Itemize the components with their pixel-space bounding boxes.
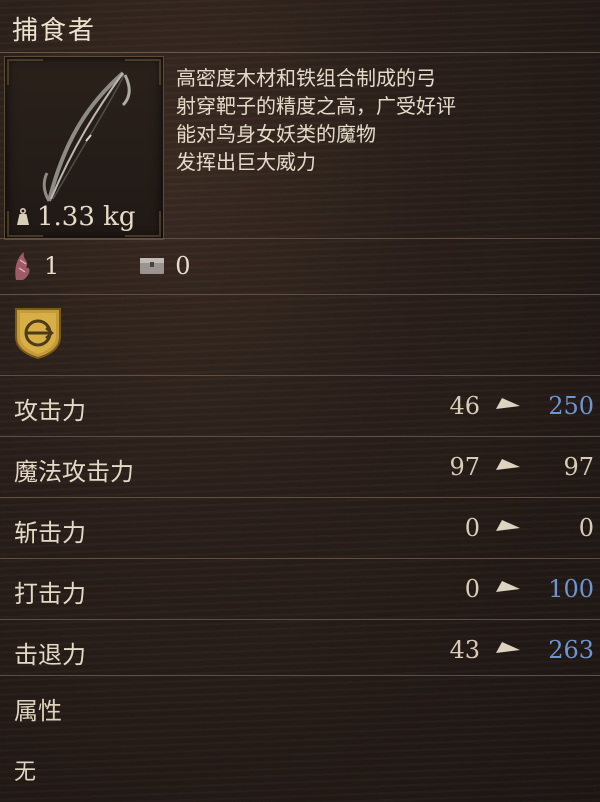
item-description: 高密度木材和铁组合制成的弓 射穿靶子的精度之高，广受好评 能对鸟身女妖类的魔物 … bbox=[176, 64, 586, 176]
arrow-right-icon bbox=[496, 398, 520, 409]
claw-icon bbox=[12, 250, 34, 282]
bow-class-icon bbox=[15, 308, 61, 359]
stats-list: 攻击力 46 250 魔法攻击力 97 97 斩击力 0 0 打击力 0 100… bbox=[0, 375, 600, 680]
stat-new-value: 100 bbox=[548, 575, 594, 603]
title-divider bbox=[0, 52, 600, 53]
stat-row-attack: 攻击力 46 250 bbox=[0, 375, 600, 436]
stat-new-value: 0 bbox=[578, 514, 594, 542]
bow-image bbox=[42, 71, 131, 202]
arrow-right-icon bbox=[496, 459, 520, 470]
description-line: 能对鸟身女妖类的魔物 bbox=[176, 122, 376, 146]
stat-label: 斩击力 bbox=[14, 519, 86, 547]
stat-row-magic-attack: 魔法攻击力 97 97 bbox=[0, 436, 600, 497]
stat-label: 攻击力 bbox=[14, 397, 86, 425]
stat-label: 魔法攻击力 bbox=[14, 458, 134, 486]
section-divider bbox=[0, 238, 600, 239]
stat-new-value: 250 bbox=[548, 392, 594, 420]
stat-row-slash: 斩击力 0 0 bbox=[0, 497, 600, 558]
stat-label: 打击力 bbox=[14, 580, 86, 608]
arrow-right-icon bbox=[496, 642, 520, 653]
description-line: 射穿靶子的精度之高，广受好评 bbox=[176, 94, 456, 118]
stat-base-value: 46 bbox=[449, 392, 480, 420]
stat-base-value: 43 bbox=[449, 636, 480, 664]
attribute-value: 无 bbox=[14, 760, 37, 785]
stat-row-strike: 打击力 0 100 bbox=[0, 558, 600, 619]
item-detail-panel: 捕食者 1.33 kg 高密度木材和铁组合制成的弓 射穿靶子的精度之高，广受好评… bbox=[0, 0, 600, 802]
stat-label: 击退力 bbox=[14, 641, 86, 669]
attribute-label: 属性 bbox=[14, 697, 62, 725]
item-name: 捕食者 bbox=[12, 16, 97, 46]
attribute-header: 属性 bbox=[0, 675, 600, 738]
weight-row: 1.33 kg bbox=[13, 202, 136, 232]
stat-base-value: 0 bbox=[464, 575, 480, 603]
attribute-section: 属性 无 bbox=[0, 675, 600, 798]
description-line: 发挥出巨大威力 bbox=[176, 150, 316, 174]
stat-new-value: 97 bbox=[563, 453, 594, 481]
stat-new-value: 263 bbox=[548, 636, 594, 664]
requirements-row: 1 0 bbox=[12, 250, 191, 282]
slots-value: 0 bbox=[175, 252, 191, 280]
attribute-value-row: 无 bbox=[0, 738, 600, 798]
stat-base-value: 0 bbox=[464, 514, 480, 542]
chest-icon bbox=[139, 256, 165, 276]
stat-row-knockback: 击退力 43 263 bbox=[0, 619, 600, 680]
stat-base-value: 97 bbox=[449, 453, 480, 481]
arrow-right-icon bbox=[496, 581, 520, 592]
item-image-frame: 1.33 kg bbox=[4, 56, 164, 240]
strength-requirement: 1 bbox=[44, 252, 60, 280]
arrow-right-icon bbox=[496, 520, 520, 531]
section-divider bbox=[0, 294, 600, 295]
item-weight: 1.33 kg bbox=[37, 202, 136, 232]
description-line: 高密度木材和铁组合制成的弓 bbox=[176, 66, 436, 90]
weight-icon bbox=[13, 207, 33, 227]
